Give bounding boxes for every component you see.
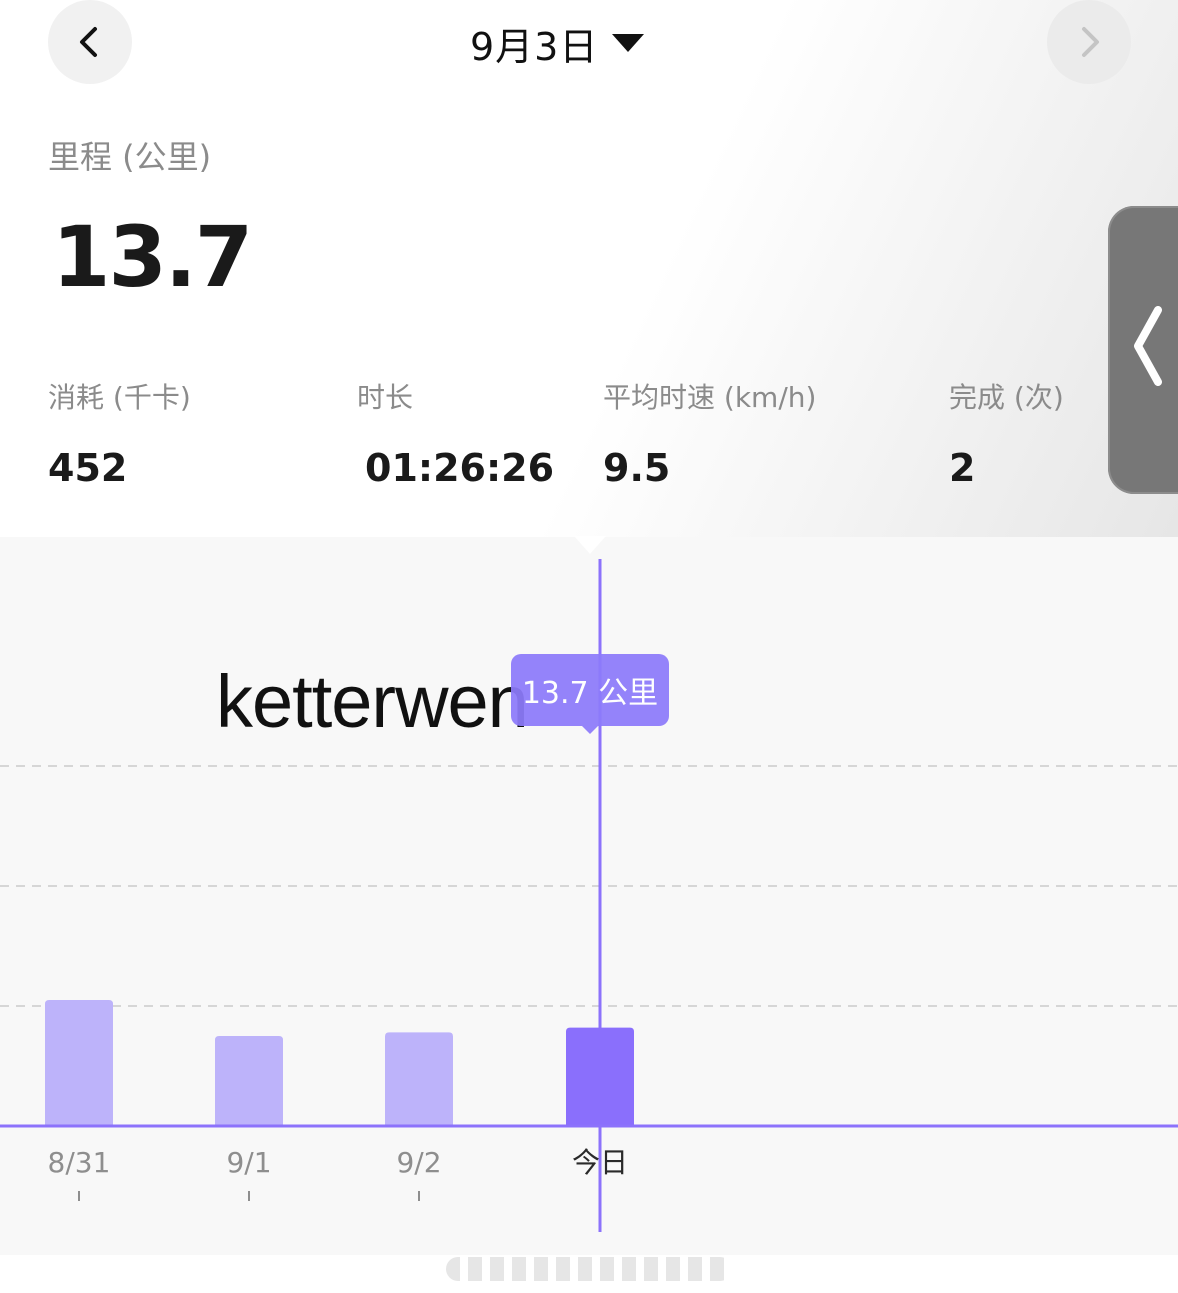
stat-value: 452 bbox=[48, 446, 128, 490]
bar bbox=[45, 1000, 113, 1126]
stat-label: 消耗 (千卡) bbox=[48, 381, 191, 414]
metric-value: 13.7 bbox=[52, 208, 253, 306]
chevron-left-icon bbox=[1134, 306, 1162, 386]
x-tick-label: 9/1 bbox=[226, 1146, 271, 1179]
previous-day-button[interactable] bbox=[48, 0, 132, 84]
stat-value: 01:26:26 bbox=[365, 446, 555, 490]
stat-label: 完成 (次) bbox=[949, 381, 1064, 414]
caret-down-icon bbox=[612, 34, 645, 52]
metric-title: 里程 (公里) bbox=[48, 138, 212, 176]
stat-value: 2 bbox=[949, 446, 976, 490]
stat-label: 平均时速 (km/h) bbox=[603, 381, 817, 414]
x-tick-label: 今日 bbox=[572, 1146, 628, 1179]
selected-value-tooltip: 13.7 公里 bbox=[511, 654, 669, 734]
watermark-text: ketterwen bbox=[216, 660, 529, 743]
stat-value: 9.5 bbox=[603, 446, 671, 490]
next-day-button[interactable] bbox=[1047, 0, 1131, 84]
stat-completed: 完成 (次) 2 bbox=[949, 376, 1064, 490]
stat-duration: 时长 01:26:26 bbox=[357, 376, 554, 490]
bar bbox=[385, 1032, 453, 1126]
side-panel-handle[interactable] bbox=[1108, 206, 1178, 494]
stat-calories: 消耗 (千卡) 452 bbox=[48, 376, 191, 490]
x-tick-label: 9/2 bbox=[396, 1146, 441, 1179]
date-label: 9月3日 bbox=[470, 24, 599, 69]
home-indicator[interactable] bbox=[446, 1257, 732, 1281]
date-selector[interactable]: 9月3日 bbox=[470, 18, 645, 69]
bar bbox=[215, 1036, 283, 1126]
chevron-left-icon bbox=[80, 27, 97, 57]
bar-chart-canvas: 8/31 9/1 9/2 今日 bbox=[0, 559, 1178, 1232]
stat-average-speed: 平均时速 (km/h) 9.5 bbox=[603, 376, 816, 490]
bar bbox=[566, 1027, 634, 1126]
stat-label: 时长 bbox=[357, 381, 414, 414]
x-tick-label: 8/31 bbox=[48, 1146, 111, 1179]
distance-chart[interactable]: 8/31 9/1 9/2 今日 ketterwen 13.7 公里 bbox=[0, 536, 1178, 1255]
chevron-right-icon bbox=[1082, 27, 1099, 57]
